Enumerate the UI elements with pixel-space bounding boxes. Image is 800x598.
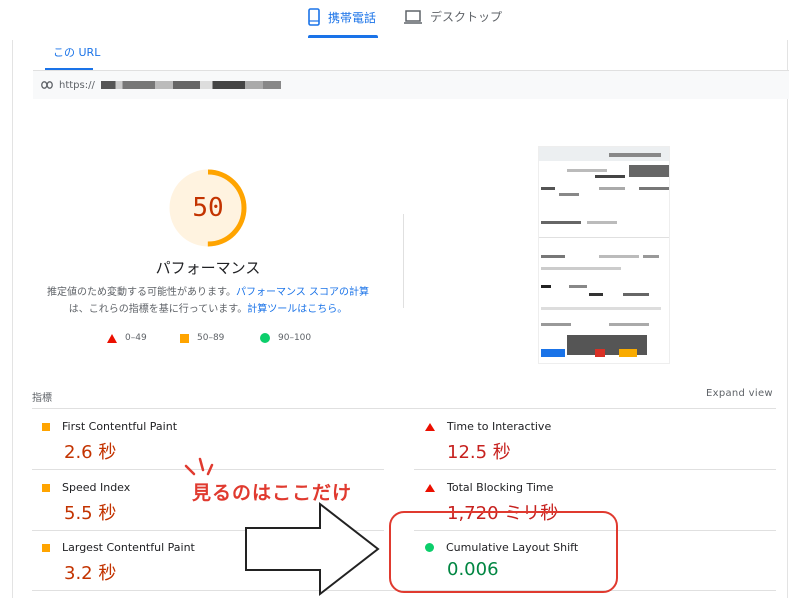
poor-triangle-icon bbox=[425, 422, 435, 431]
metric-first-contentful-paint: First Contentful Paint 2.6 秒 bbox=[42, 420, 382, 480]
poor-triangle-icon bbox=[425, 483, 435, 492]
circle-icon bbox=[260, 333, 270, 343]
metric-label: Speed Index bbox=[62, 481, 131, 494]
metric-time-to-interactive: Time to Interactive 12.5 秒 bbox=[425, 420, 765, 480]
metric-value: 0.006 bbox=[447, 559, 499, 580]
legend-average-label: 50–89 bbox=[197, 333, 225, 343]
link-icon bbox=[41, 81, 53, 89]
vertical-divider bbox=[403, 214, 404, 308]
desktop-icon bbox=[404, 9, 422, 24]
active-tab-indicator bbox=[308, 35, 378, 38]
metric-label: First Contentful Paint bbox=[62, 420, 178, 433]
square-icon bbox=[180, 333, 189, 343]
calculator-link[interactable]: 計算ツールはこちら。 bbox=[247, 304, 347, 315]
metric-value: 2.6 秒 bbox=[64, 442, 117, 463]
metric-largest-contentful-paint: Largest Contentful Paint 3.2 秒 bbox=[42, 541, 382, 598]
triangle-icon bbox=[107, 333, 117, 343]
score-calc-link[interactable]: パフォーマンス スコアの計算 bbox=[236, 287, 369, 298]
average-square-icon bbox=[42, 483, 50, 492]
average-square-icon bbox=[42, 543, 50, 552]
redacted-url bbox=[100, 81, 281, 89]
metric-value: 5.5 秒 bbox=[64, 503, 117, 524]
legend-good: 90–100 bbox=[260, 333, 311, 343]
metric-label: Cumulative Layout Shift bbox=[446, 541, 579, 554]
divider bbox=[32, 408, 776, 409]
metric-label: Largest Contentful Paint bbox=[62, 541, 195, 554]
tab-desktop-label: デスクトップ bbox=[430, 10, 503, 24]
device-tabs: 携帯電話 デスクトップ bbox=[0, 0, 800, 38]
performance-description: 推定値のため変動する可能性があります。パフォーマンス スコアの計算 は、これらの… bbox=[38, 284, 378, 318]
tab-mobile-label: 携帯電話 bbox=[328, 10, 377, 25]
metric-value: 1,720 ミリ秒 bbox=[447, 503, 559, 524]
good-circle-icon bbox=[425, 543, 434, 552]
metric-cumulative-layout-shift: Cumulative Layout Shift 0.006 bbox=[425, 541, 765, 598]
metric-label: Total Blocking Time bbox=[447, 481, 554, 494]
performance-score-value: 50 bbox=[192, 193, 224, 223]
url-prefix: https:// bbox=[59, 79, 95, 91]
average-square-icon bbox=[42, 422, 50, 431]
legend-average: 50–89 bbox=[180, 333, 224, 343]
metrics-heading: 指標 bbox=[32, 393, 52, 404]
performance-label: パフォーマンス bbox=[155, 259, 261, 277]
tab-this-url[interactable]: この URL bbox=[53, 44, 100, 60]
metric-value: 3.2 秒 bbox=[64, 563, 117, 584]
tab-mobile[interactable]: 携帯電話 bbox=[308, 8, 376, 26]
metric-label: Time to Interactive bbox=[447, 420, 552, 433]
legend-good-label: 90–100 bbox=[278, 333, 312, 343]
description-text-1: 推定値のため変動する可能性があります。 bbox=[47, 287, 236, 298]
annotation-text: 見るのはここだけ bbox=[192, 482, 353, 504]
metric-value: 12.5 秒 bbox=[447, 442, 511, 463]
tab-desktop[interactable]: デスクトップ bbox=[404, 8, 502, 25]
metric-total-blocking-time: Total Blocking Time 1,720 ミリ秒 bbox=[425, 481, 765, 541]
description-text-2: は、これらの指標を基に行っています。 bbox=[68, 304, 248, 315]
page-screenshot-thumbnail bbox=[538, 146, 670, 364]
legend-poor: 0–49 bbox=[107, 333, 147, 343]
legend-poor-label: 0–49 bbox=[125, 333, 147, 343]
expand-view-button[interactable]: Expand view bbox=[706, 388, 773, 399]
smartphone-icon bbox=[308, 8, 320, 26]
url-bar: https:// bbox=[33, 71, 789, 99]
